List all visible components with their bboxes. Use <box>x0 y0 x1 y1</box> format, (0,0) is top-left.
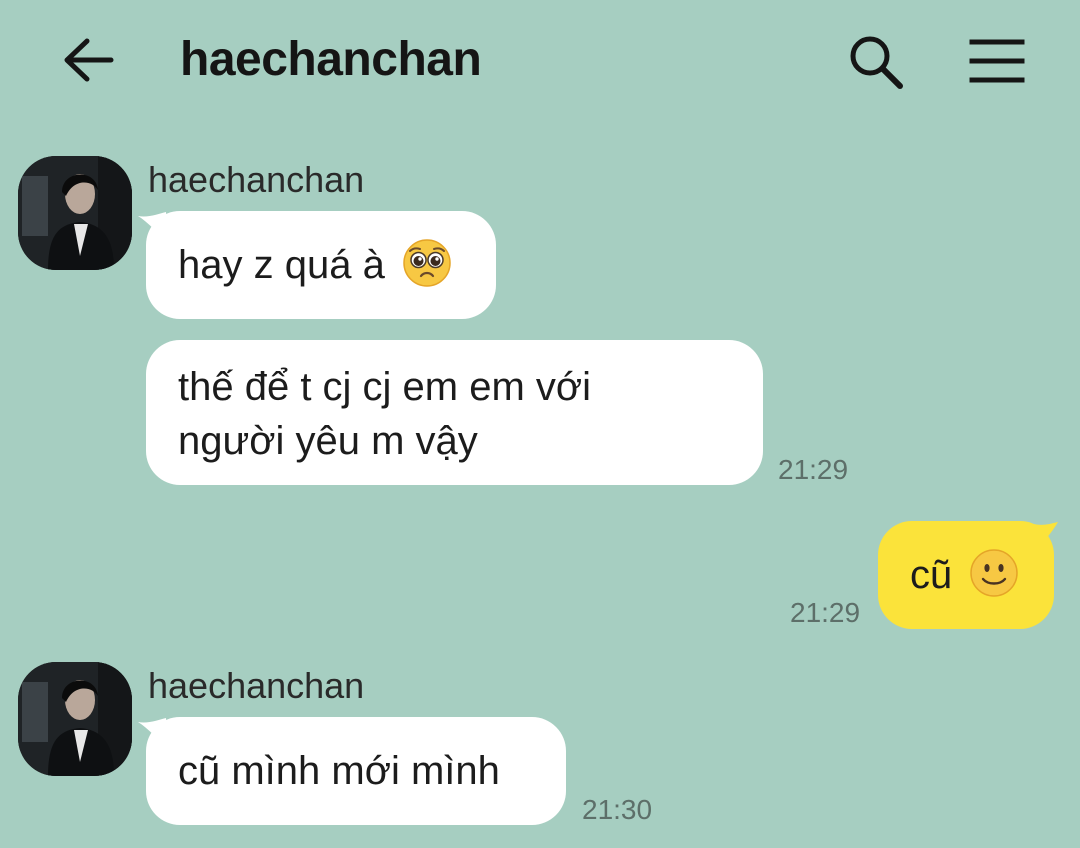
profile-photo-icon <box>18 662 132 776</box>
message-text-line: thế để t cj cj em em với <box>178 365 592 409</box>
message-bubble[interactable]: cũ mình mới mình <box>146 717 566 825</box>
message-text: cũ <box>910 553 953 597</box>
bubble-tail <box>1034 522 1058 550</box>
chat-title: haechanchan <box>180 33 482 86</box>
message-text-line: người yêu m vậy <box>178 419 478 463</box>
pleading-face-emoji <box>403 239 451 287</box>
message-text: hay z quá à <box>178 243 385 287</box>
avatar[interactable] <box>18 156 132 270</box>
search-icon <box>850 36 903 89</box>
arrow-left-icon <box>64 38 114 82</box>
chat-header: haechanchan <box>0 0 1080 120</box>
message-bubble[interactable]: thế để t cj cj em em với người yêu m vậy <box>146 340 763 485</box>
avatar[interactable] <box>18 662 132 776</box>
menu-icon <box>969 39 1025 83</box>
profile-photo-icon <box>18 156 132 270</box>
message-timestamp: 21:29 <box>778 454 849 485</box>
menu-button[interactable] <box>962 30 1032 92</box>
slightly-smiling-face-emoji <box>970 549 1019 597</box>
sender-name: haechanchan <box>148 159 365 200</box>
message-text: cũ mình mới mình <box>178 749 500 793</box>
message-bubble[interactable]: hay z quá à <box>146 211 496 319</box>
search-button[interactable] <box>842 30 908 92</box>
back-button[interactable] <box>56 30 120 90</box>
sender-name: haechanchan <box>148 665 365 706</box>
message-bubble-outgoing[interactable]: cũ <box>878 521 1054 629</box>
message-timestamp: 21:29 <box>790 597 861 628</box>
message-timestamp: 21:30 <box>582 794 653 825</box>
